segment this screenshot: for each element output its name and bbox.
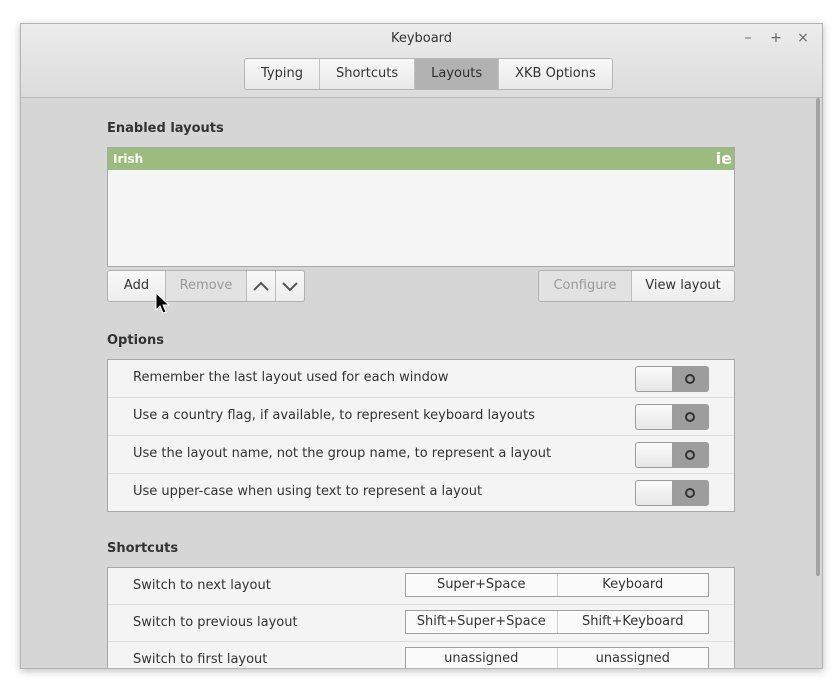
shortcuts-heading: Shortcuts [107, 541, 179, 556]
option-label: Use upper-case when using text to repres… [133, 484, 483, 499]
minimize-button[interactable]: – [739, 29, 757, 47]
layout-view-buttons: Configure View layout [538, 270, 735, 302]
option-toggle[interactable] [635, 480, 709, 506]
option-row: Use the layout name, not the group name,… [108, 436, 734, 474]
primary-shortcut[interactable]: Shift+Super+Space [406, 611, 558, 633]
secondary-shortcut[interactable]: Keyboard [558, 574, 709, 596]
layout-code: ie [715, 149, 732, 168]
shortcut-row: Switch to first layout unassigned unassi… [108, 642, 734, 668]
off-indicator-icon [685, 450, 695, 460]
tab-shortcuts[interactable]: Shortcuts [319, 59, 416, 89]
primary-shortcut[interactable]: unassigned [406, 648, 558, 668]
option-label: Use the layout name, not the group name,… [133, 446, 552, 461]
shortcut-keys: Shift+Super+Space Shift+Keyboard [405, 610, 709, 634]
off-indicator-icon [685, 488, 695, 498]
layout-name: Irish [113, 152, 144, 166]
options-heading: Options [107, 333, 164, 348]
window-title: Keyboard [390, 31, 453, 46]
tab-xkb-options[interactable]: XKB Options [499, 59, 612, 89]
option-row: Remember the last layout used for each w… [108, 360, 734, 398]
keyboard-window: Keyboard – + × Typing Shortcuts Layouts … [20, 23, 823, 669]
title-bar: Keyboard – + × Typing Shortcuts Layouts … [21, 24, 822, 98]
tab-typing[interactable]: Typing [245, 59, 320, 89]
shortcut-keys: Super+Space Keyboard [405, 573, 709, 597]
chevron-down-icon [282, 282, 298, 292]
configure-button[interactable]: Configure [539, 271, 632, 301]
shortcut-keys: unassigned unassigned [405, 647, 709, 668]
tab-layouts[interactable]: Layouts [415, 59, 500, 89]
shortcuts-frame: Switch to next layout Super+Space Keyboa… [107, 567, 735, 668]
list-item[interactable]: Irish ie [108, 148, 734, 170]
layouts-page: Enabled layouts Irish ie Add Remove Conf… [21, 98, 822, 668]
shortcut-label: Switch to first layout [133, 652, 268, 667]
primary-shortcut[interactable]: Super+Space [406, 574, 558, 596]
option-toggle[interactable] [635, 404, 709, 430]
move-down-button[interactable] [276, 271, 304, 301]
shortcut-label: Switch to previous layout [133, 615, 298, 630]
option-toggle[interactable] [635, 366, 709, 392]
enabled-layouts-list[interactable]: Irish ie [107, 147, 735, 267]
shortcut-row: Switch to previous layout Shift+Super+Sp… [108, 605, 734, 642]
option-toggle[interactable] [635, 442, 709, 468]
shortcut-label: Switch to next layout [133, 578, 271, 593]
option-row: Use upper-case when using text to repres… [108, 474, 734, 511]
option-label: Remember the last layout used for each w… [133, 370, 449, 385]
layout-edit-buttons: Add Remove [107, 270, 305, 302]
move-up-button[interactable] [247, 271, 276, 301]
option-label: Use a country flag, if available, to rep… [133, 408, 535, 423]
mouse-pointer-icon [155, 292, 171, 314]
secondary-shortcut[interactable]: unassigned [558, 648, 709, 668]
off-indicator-icon [685, 412, 695, 422]
off-indicator-icon [685, 374, 695, 384]
remove-button[interactable]: Remove [166, 271, 247, 301]
vertical-scrollbar[interactable] [816, 98, 820, 576]
chevron-up-icon [253, 281, 269, 291]
shortcut-row: Switch to next layout Super+Space Keyboa… [108, 568, 734, 605]
maximize-button[interactable]: + [767, 29, 785, 47]
enabled-layouts-heading: Enabled layouts [107, 121, 224, 136]
options-frame: Remember the last layout used for each w… [107, 359, 735, 512]
view-layout-button[interactable]: View layout [632, 271, 734, 301]
secondary-shortcut[interactable]: Shift+Keyboard [558, 611, 709, 633]
close-button[interactable]: × [794, 29, 812, 47]
tab-bar: Typing Shortcuts Layouts XKB Options [244, 58, 613, 90]
option-row: Use a country flag, if available, to rep… [108, 398, 734, 436]
